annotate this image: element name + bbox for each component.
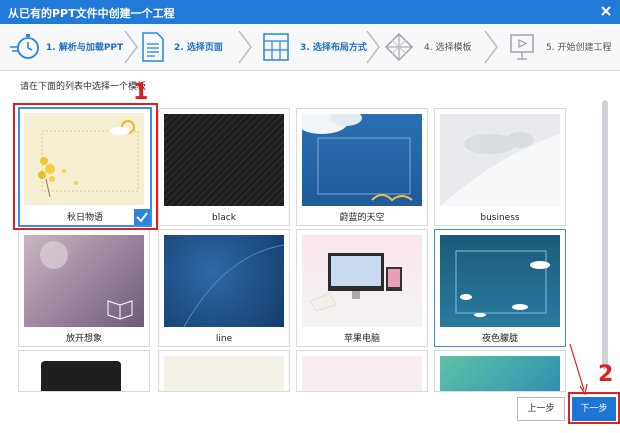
template-thumbnail: [164, 114, 284, 206]
template-card[interactable]: line: [158, 229, 290, 347]
template-thumbnail: [440, 235, 560, 327]
template-name: black: [212, 213, 236, 223]
template-name: 苹果电脑: [343, 334, 380, 344]
prev-button[interactable]: 上一步: [517, 397, 565, 421]
template-name: line: [215, 334, 233, 344]
template-card[interactable]: black: [158, 108, 290, 226]
close-icon[interactable]: [598, 3, 614, 19]
diamond-icon: [385, 33, 413, 61]
annotation-box-1: [13, 103, 158, 230]
template-thumbnail: [302, 114, 422, 206]
step-2-label: 2. 选择页面: [174, 43, 223, 53]
template-card[interactable]: 蔚蓝的天空: [296, 108, 428, 226]
chevron-right-icon: [238, 30, 252, 64]
template-thumbnail: [164, 235, 284, 327]
template-thumbnail: [302, 356, 422, 391]
step-3-label: 3. 选择布局方式: [300, 43, 367, 53]
template-name: business: [480, 213, 520, 223]
next-button[interactable]: 下一步: [572, 397, 616, 421]
document-icon: [142, 32, 164, 62]
template-thumbnail: [41, 361, 121, 391]
template-card-partial[interactable]: [296, 350, 428, 392]
presentation-icon: [510, 34, 534, 60]
template-card[interactable]: 放开想象: [18, 229, 150, 347]
stopwatch-icon: [10, 34, 39, 59]
step-5-label: 5. 开始创建工程: [546, 43, 612, 53]
annotation-marker-1: 1: [133, 80, 149, 105]
step-4-label: 4. 选择模板: [424, 43, 472, 53]
window-title: 从已有的PPT文件中创建一个工程: [8, 7, 175, 20]
template-card[interactable]: business: [434, 108, 566, 226]
wizard-steps: 1. 解析与加载PPT 2. 选择页面 3. 选择布局方式 4. 选择模板 5.…: [0, 24, 620, 71]
template-name: 放开想象: [65, 334, 102, 344]
annotation-arrow-icon: [569, 343, 588, 396]
chevron-right-icon: [484, 30, 498, 64]
step-1-label: 1. 解析与加载PPT: [46, 43, 124, 53]
chevron-right-icon: [124, 30, 138, 64]
template-card-partial[interactable]: [18, 350, 150, 392]
scrollbar[interactable]: [602, 100, 608, 370]
template-thumbnail: [302, 235, 422, 327]
layout-grid-icon: [263, 33, 289, 61]
chevron-right-icon: [366, 30, 380, 64]
template-thumbnail: [440, 356, 560, 391]
template-card[interactable]: 苹果电脑: [296, 229, 428, 347]
template-card-partial[interactable]: [434, 350, 566, 392]
template-thumbnail: [440, 114, 560, 206]
template-name: 蔚蓝的天空: [339, 213, 385, 223]
instruction-text: 请在下面的列表中选择一个模板: [20, 82, 147, 92]
annotation-marker-2: 2: [598, 362, 614, 387]
template-name: 夜色朦胧: [481, 334, 518, 344]
template-thumbnail: [164, 356, 284, 391]
title-bar: 从已有的PPT文件中创建一个工程: [0, 0, 620, 24]
template-card-partial[interactable]: [158, 350, 290, 392]
template-card[interactable]: 夜色朦胧: [434, 229, 566, 347]
template-thumbnail: [24, 235, 144, 327]
